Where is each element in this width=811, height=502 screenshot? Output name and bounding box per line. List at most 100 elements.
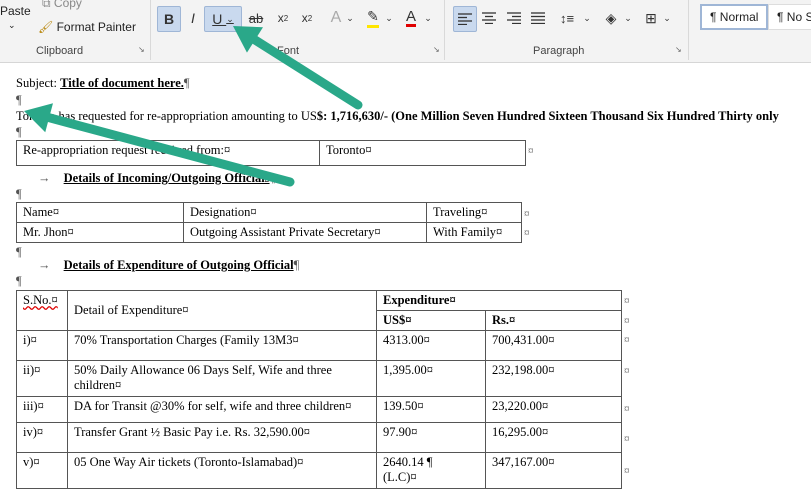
shading-icon[interactable]: ◈ <box>600 6 622 30</box>
cell-detail[interactable]: DA for Transit @30% for self, wife and t… <box>67 396 377 423</box>
para-mark: ¶ <box>16 125 22 139</box>
copy-icon: ⧉ <box>42 0 51 10</box>
highlight-dropdown-icon[interactable]: ⌄ <box>384 6 394 30</box>
strikethrough-button[interactable]: ab <box>245 6 267 30</box>
row-end-mark: ¤ <box>624 403 630 415</box>
cell-sno[interactable]: v)¤ <box>16 452 68 489</box>
cell-usd[interactable]: 1,395.00¤ <box>376 360 486 397</box>
cell-rs[interactable]: 23,220.00¤ <box>485 396 622 423</box>
cell-usd-line1: 2640.14 ¶ <box>383 455 433 469</box>
line-spacing-dropdown-icon[interactable]: ⌄ <box>582 6 592 30</box>
expenditure-heading-text: Details of Expenditure of Outgoing Offic… <box>63 258 294 272</box>
font-launcher-icon[interactable]: ↘ <box>433 45 442 54</box>
text-effects-icon[interactable]: A <box>325 6 347 30</box>
format-painter-label: Format Painter <box>56 20 136 34</box>
request-value-cell[interactable]: Toronto¤ <box>319 140 526 166</box>
cell-rs[interactable]: 347,167.00¤ <box>485 452 622 489</box>
cell-usd[interactable]: 2640.14 ¶ (L.C)¤ <box>376 452 486 489</box>
divider <box>688 0 689 60</box>
cell-usd-line2: (L.C)¤ <box>383 470 417 484</box>
cell-rs[interactable]: 16,295.00¤ <box>485 422 622 453</box>
header-traveling[interactable]: Traveling¤ <box>426 202 522 223</box>
cell-rs[interactable]: 700,431.00¤ <box>485 330 622 361</box>
align-right-button[interactable] <box>503 6 525 30</box>
shading-dropdown-icon[interactable]: ⌄ <box>623 6 633 30</box>
cell-name[interactable]: Mr. Jhon¤ <box>16 222 184 243</box>
header-usd[interactable]: US$¤ <box>376 310 486 331</box>
para-mark: ¶ <box>269 171 276 185</box>
style-normal[interactable]: ¶ Normal <box>700 4 768 30</box>
para-mark: ¶ <box>16 274 22 288</box>
tab-arrow-icon: → <box>38 258 51 272</box>
document-page[interactable]: Subject: Title of document here.¶ ¶ Toro… <box>0 63 811 502</box>
row-end-mark: ¤ <box>624 334 630 346</box>
header-expenditure[interactable]: Expenditure¤ <box>376 290 622 311</box>
incoming-heading: → Details of Incoming/Outgoing Officials… <box>38 171 275 186</box>
subscript-button[interactable]: x2 <box>272 6 294 30</box>
text-effects-dropdown-icon[interactable]: ⌄ <box>345 6 355 30</box>
cell-designation[interactable]: Outgoing Assistant Private Secretary¤ <box>183 222 427 243</box>
format-painter-button[interactable]: 🖌 Format Painter <box>38 20 136 34</box>
cell-detail[interactable]: 50% Daily Allowance 06 Days Self, Wife a… <box>67 360 377 397</box>
table-row: Mr. Jhon¤ Outgoing Assistant Private Sec… <box>16 222 522 243</box>
font-color-icon[interactable]: A <box>400 6 422 30</box>
copy-button[interactable]: ⧉ Copy <box>42 0 82 11</box>
paste-dropdown-icon[interactable]: ⌄ <box>8 20 16 31</box>
cell-usd[interactable]: 97.90¤ <box>376 422 486 453</box>
font-color-dropdown-icon[interactable]: ⌄ <box>423 6 433 30</box>
align-left-button[interactable] <box>453 6 477 32</box>
header-sno[interactable]: S.No.¤ <box>16 290 68 331</box>
row-end-mark: ¤ <box>524 227 530 239</box>
justify-icon <box>531 12 545 24</box>
align-center-button[interactable] <box>478 6 500 30</box>
underline-dropdown-icon[interactable]: ⌄ <box>226 14 234 25</box>
clipboard-group-label: Clipboard <box>36 45 84 57</box>
subject-label: Subject: <box>16 76 57 90</box>
body-start: Toro <box>16 109 40 123</box>
body-paragraph: Toronto has requested for re-appropriati… <box>16 109 779 124</box>
cell-usd[interactable]: 4313.00¤ <box>376 330 486 361</box>
header-detail[interactable]: Detail of Expenditure¤ <box>67 290 377 331</box>
cell-detail[interactable]: Transfer Grant ½ Basic Pay i.e. Rs. 32,5… <box>67 422 377 453</box>
para-mark: ¶ <box>183 76 190 90</box>
clipboard-launcher-icon[interactable]: ↘ <box>138 45 147 54</box>
header-rs[interactable]: Rs.¤ <box>485 310 622 331</box>
paragraph-launcher-icon[interactable]: ↘ <box>675 45 684 54</box>
header-designation[interactable]: Designation¤ <box>183 202 427 223</box>
line-spacing-icon[interactable]: ↕≡ <box>556 6 578 30</box>
borders-icon[interactable]: ⊞ <box>640 6 662 30</box>
justify-button[interactable] <box>527 6 549 30</box>
cell-detail[interactable]: 70% Transportation Charges (Family 13M3¤ <box>67 330 377 361</box>
highlight-icon[interactable]: ✎ <box>362 6 384 30</box>
expenditure-heading: → Details of Expenditure of Outgoing Off… <box>38 258 299 273</box>
cell-rs[interactable]: 232,198.00¤ <box>485 360 622 397</box>
font-group-label: Font <box>277 45 300 57</box>
tab-arrow-icon: → <box>38 171 51 185</box>
body-text: nto has requested for re-appropriation a… <box>39 109 317 123</box>
cell-sno[interactable]: i)¤ <box>16 330 68 361</box>
header-name[interactable]: Name¤ <box>16 202 184 223</box>
ribbon-toolbar: Paste ⌄ ⧉ Copy 🖌 Format Painter Clipboar… <box>0 0 811 63</box>
expenditure-table: S.No.¤ Detail of Expenditure¤ Expenditur… <box>16 290 622 489</box>
body-amount: $: 1,716,630/- <box>316 109 388 123</box>
cell-sno[interactable]: ii)¤ <box>16 360 68 397</box>
italic-button[interactable]: I <box>182 6 204 30</box>
row-end-mark: ¤ <box>524 208 530 220</box>
paste-button[interactable]: Paste <box>0 4 31 18</box>
borders-dropdown-icon[interactable]: ⌄ <box>662 6 672 30</box>
style-no-spacing[interactable]: ¶ No S <box>768 4 811 30</box>
cell-detail-line1: 50% Daily Allowance 06 Days Self, Wife a… <box>74 363 332 377</box>
superscript-button[interactable]: x2 <box>296 6 318 30</box>
cell-traveling[interactable]: With Family¤ <box>426 222 522 243</box>
cell-detail[interactable]: 05 One Way Air tickets (Toronto-Islamaba… <box>67 452 377 489</box>
table-row: v)¤ 05 One Way Air tickets (Toronto-Isla… <box>16 452 622 489</box>
cell-usd[interactable]: 139.50¤ <box>376 396 486 423</box>
request-label-cell[interactable]: Re-appropriation request received from:¤ <box>16 140 320 166</box>
bold-button[interactable]: B <box>157 6 181 32</box>
cell-sno[interactable]: iii)¤ <box>16 396 68 423</box>
table-row: Re-appropriation request received from:¤… <box>16 140 526 166</box>
table-row: Name¤ Designation¤ Traveling¤ <box>16 202 522 223</box>
table-row: i)¤ 70% Transportation Charges (Family 1… <box>16 330 622 361</box>
cell-sno[interactable]: iv)¤ <box>16 422 68 453</box>
underline-button[interactable]: U ⌄ <box>204 6 242 32</box>
